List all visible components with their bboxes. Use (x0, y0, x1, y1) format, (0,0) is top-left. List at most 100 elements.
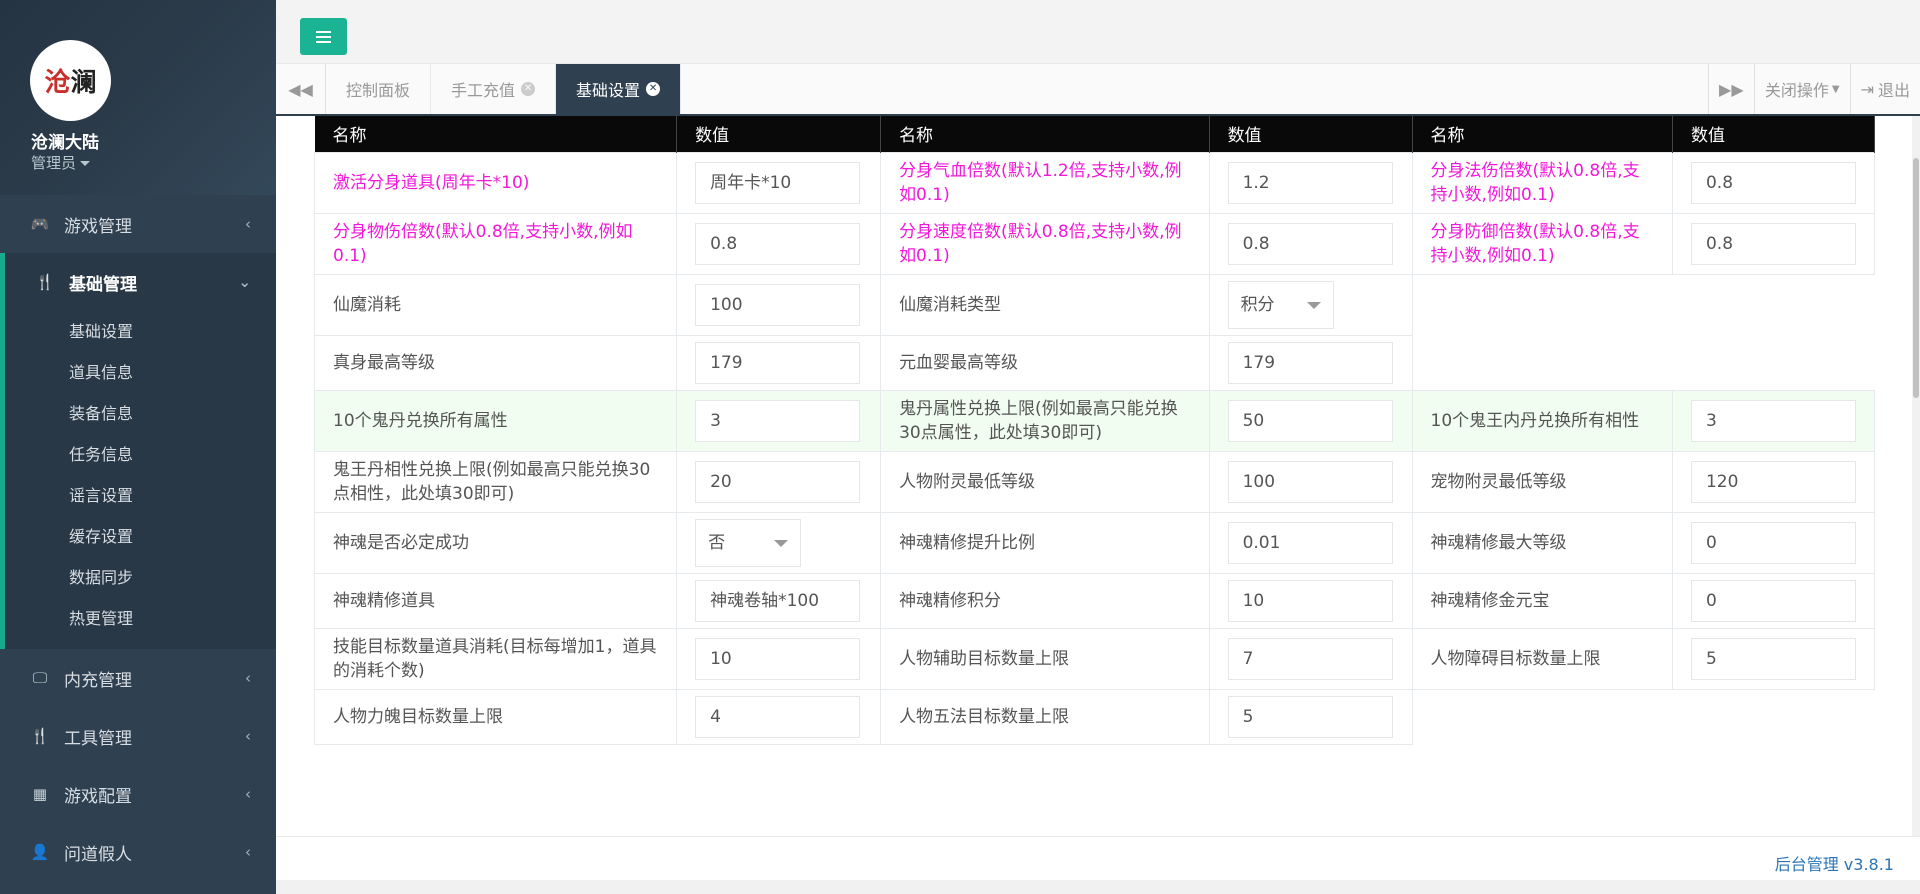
setting-value-cell: 4 (676, 688, 882, 745)
tab-0[interactable]: 控制面板 (326, 64, 432, 114)
setting-label: 人物附灵最低等级 (880, 450, 1210, 513)
sidebar-item-4[interactable]: ▦ 游戏配置 ‹ (0, 765, 276, 823)
sidebar-subitem[interactable]: 谣言设置 (5, 475, 276, 516)
caret-down-icon: ▼ (1831, 83, 1840, 95)
sidebar-subitem[interactable]: 任务信息 (5, 434, 276, 475)
sidebar-group: 👤 问道假人 ‹ (0, 823, 276, 881)
table-row: 神魂是否必定成功 否 神魂精修提升比例 0.01 神魂精修最大等级 0 (313, 511, 1876, 574)
setting-value-cell: 0.8 (1671, 151, 1876, 214)
setting-value-cell: 否 (676, 511, 882, 574)
sidebar-subitem[interactable]: 数据同步 (5, 557, 276, 598)
logout-button[interactable]: ⇥ 退出 (1849, 64, 1920, 114)
setting-input[interactable]: 0.8 (1690, 161, 1856, 204)
tab-1[interactable]: 手工充值 ✕ (431, 64, 557, 114)
tab-2[interactable]: 基础设置 ✕ (556, 64, 682, 114)
setting-select[interactable]: 积分 (1227, 280, 1334, 329)
menu-toggle-button[interactable] (300, 18, 347, 55)
table-row: 鬼王丹相性兑换上限(例如最高只能兑换30点相性，此处填30即可) 20 人物附灵最低… (313, 450, 1876, 513)
setting-label: 神魂精修道具 (313, 572, 678, 629)
tabs-scroll-left-button[interactable]: ◀◀ (276, 64, 326, 114)
setting-value-cell: 3 (676, 389, 882, 452)
sidebar-item-3[interactable]: 🍴 工具管理 ‹ (0, 707, 276, 765)
chevron-left-icon: ‹ (245, 727, 251, 745)
desktop-icon: 🖵 (32, 669, 48, 687)
version-link[interactable]: 后台管理 v3.8.1 (1775, 851, 1894, 875)
setting-input[interactable]: 5 (1227, 695, 1393, 738)
sidebar-item-2[interactable]: 🖵 内充管理 ‹ (0, 649, 276, 707)
profile-role-dropdown[interactable]: 管理员 (31, 152, 91, 173)
cutlery-icon: 🍴 (30, 727, 50, 745)
setting-value-cell: 积分 (1208, 273, 1413, 336)
setting-input[interactable]: 神魂卷轴*100 (695, 579, 861, 622)
setting-input[interactable]: 5 (1690, 637, 1856, 680)
setting-input[interactable]: 0 (1690, 579, 1856, 622)
avatar[interactable]: 沧 澜 (30, 40, 111, 121)
close-ops-dropdown[interactable]: 关闭操作 ▼ (1753, 64, 1850, 114)
tabs-scroll-right-button[interactable]: ▶▶ (1707, 64, 1754, 114)
setting-input[interactable]: 179 (1227, 341, 1393, 384)
setting-input[interactable]: 7 (1227, 637, 1393, 680)
chevron-left-icon: ‹ (245, 843, 251, 861)
setting-input[interactable]: 100 (695, 283, 861, 326)
setting-input[interactable]: 100 (1227, 460, 1393, 503)
empty-cell (1412, 274, 1673, 335)
setting-value-cell: 120 (1671, 450, 1876, 513)
close-ops-label: 关闭操作 (1764, 81, 1829, 100)
setting-select[interactable]: 否 (695, 518, 802, 567)
setting-label: 激活分身道具(周年卡*10) (313, 151, 678, 214)
sidebar-subitem[interactable]: 装备信息 (5, 393, 276, 434)
setting-input[interactable]: 0.8 (1227, 222, 1393, 265)
setting-input[interactable]: 3 (1690, 399, 1856, 442)
table-body: 激活分身道具(周年卡*10) 周年卡*10 分身气血倍数(默认1.2倍,支持小数,例… (313, 151, 1876, 745)
gamepad-icon: 🎮 (30, 215, 50, 233)
setting-input[interactable]: 3 (695, 399, 861, 442)
sidebar-subitem[interactable]: 基础设置 (5, 311, 276, 352)
select-value: 否 (708, 532, 726, 553)
setting-input[interactable]: 0.01 (1227, 521, 1393, 564)
setting-input[interactable]: 120 (1690, 460, 1856, 503)
setting-input[interactable]: 179 (695, 341, 861, 384)
tab-list: 控制面板 手工充值 ✕ 基础设置 ✕ (326, 64, 682, 114)
setting-label: 鬼王丹相性兑换上限(例如最高只能兑换30点相性，此处填30即可) (313, 450, 678, 513)
scrollbar-thumb[interactable] (1913, 158, 1919, 398)
sidebar-group: 🍴 工具管理 ‹ (0, 707, 276, 765)
setting-input[interactable]: 1.2 (1227, 161, 1393, 204)
setting-label: 神魂精修提升比例 (880, 511, 1210, 574)
setting-value-cell: 20 (676, 450, 882, 513)
tab-actions: ▶▶ 关闭操作 ▼ ⇥ 退出 (1707, 64, 1920, 114)
setting-label: 仙魔消耗类型 (880, 273, 1210, 336)
close-icon[interactable]: ✕ (646, 82, 661, 96)
close-icon[interactable]: ✕ (521, 82, 536, 96)
sidebar-item-1[interactable]: 🍴 基础管理 ⌄ (5, 253, 276, 311)
setting-input[interactable]: 10 (1227, 579, 1393, 622)
sidebar-subitem[interactable]: 热更管理 (5, 598, 276, 639)
setting-label: 神魂精修积分 (880, 572, 1210, 629)
sidebar-item-5[interactable]: 👤 问道假人 ‹ (0, 823, 276, 881)
caret-down-icon (1306, 301, 1321, 309)
hamburger-icon-line (316, 35, 331, 38)
setting-input[interactable]: 10 (695, 637, 861, 680)
table-row: 10个鬼丹兑换所有属性 3 鬼丹属性兑换上限(例如最高只能兑换30点属性，此处填30… (313, 389, 1876, 452)
sidebar-item-label: 问道假人 (64, 844, 132, 865)
setting-value-cell: 50 (1208, 389, 1413, 452)
sidebar-item-label: 游戏管理 (64, 216, 132, 237)
setting-input[interactable]: 周年卡*10 (695, 161, 861, 204)
setting-input[interactable]: 0.8 (695, 222, 861, 265)
sidebar-subitem[interactable]: 道具信息 (5, 352, 276, 393)
setting-input[interactable]: 0 (1690, 521, 1856, 564)
setting-input[interactable]: 4 (695, 695, 861, 738)
horizontal-scrollbar[interactable] (276, 880, 1920, 894)
setting-input[interactable]: 0.8 (1690, 222, 1856, 265)
select-value: 积分 (1240, 294, 1275, 315)
sidebar-subitem[interactable]: 缓存设置 (5, 516, 276, 557)
profile-name: 沧澜大陆 (31, 133, 99, 153)
sidebar-item-0[interactable]: 🎮 游戏管理 ‹ (0, 195, 276, 253)
setting-label: 宠物附灵最低等级 (1411, 450, 1673, 513)
vertical-scrollbar[interactable] (1912, 116, 1920, 836)
setting-input[interactable]: 20 (695, 460, 861, 503)
sidebar: 沧 澜 沧澜大陆 管理员 🎮 游戏管理 ‹ 🍴 基础管理 ⌄ 基础设置 道具信息 装备信息 任务信… (0, 0, 276, 894)
profile-role-label: 管理员 (31, 154, 77, 172)
setting-label: 分身物伤倍数(默认0.8倍,支持小数,例如0.1) (313, 212, 678, 275)
setting-input[interactable]: 50 (1227, 399, 1393, 442)
tab-label: 控制面板 (346, 81, 411, 100)
